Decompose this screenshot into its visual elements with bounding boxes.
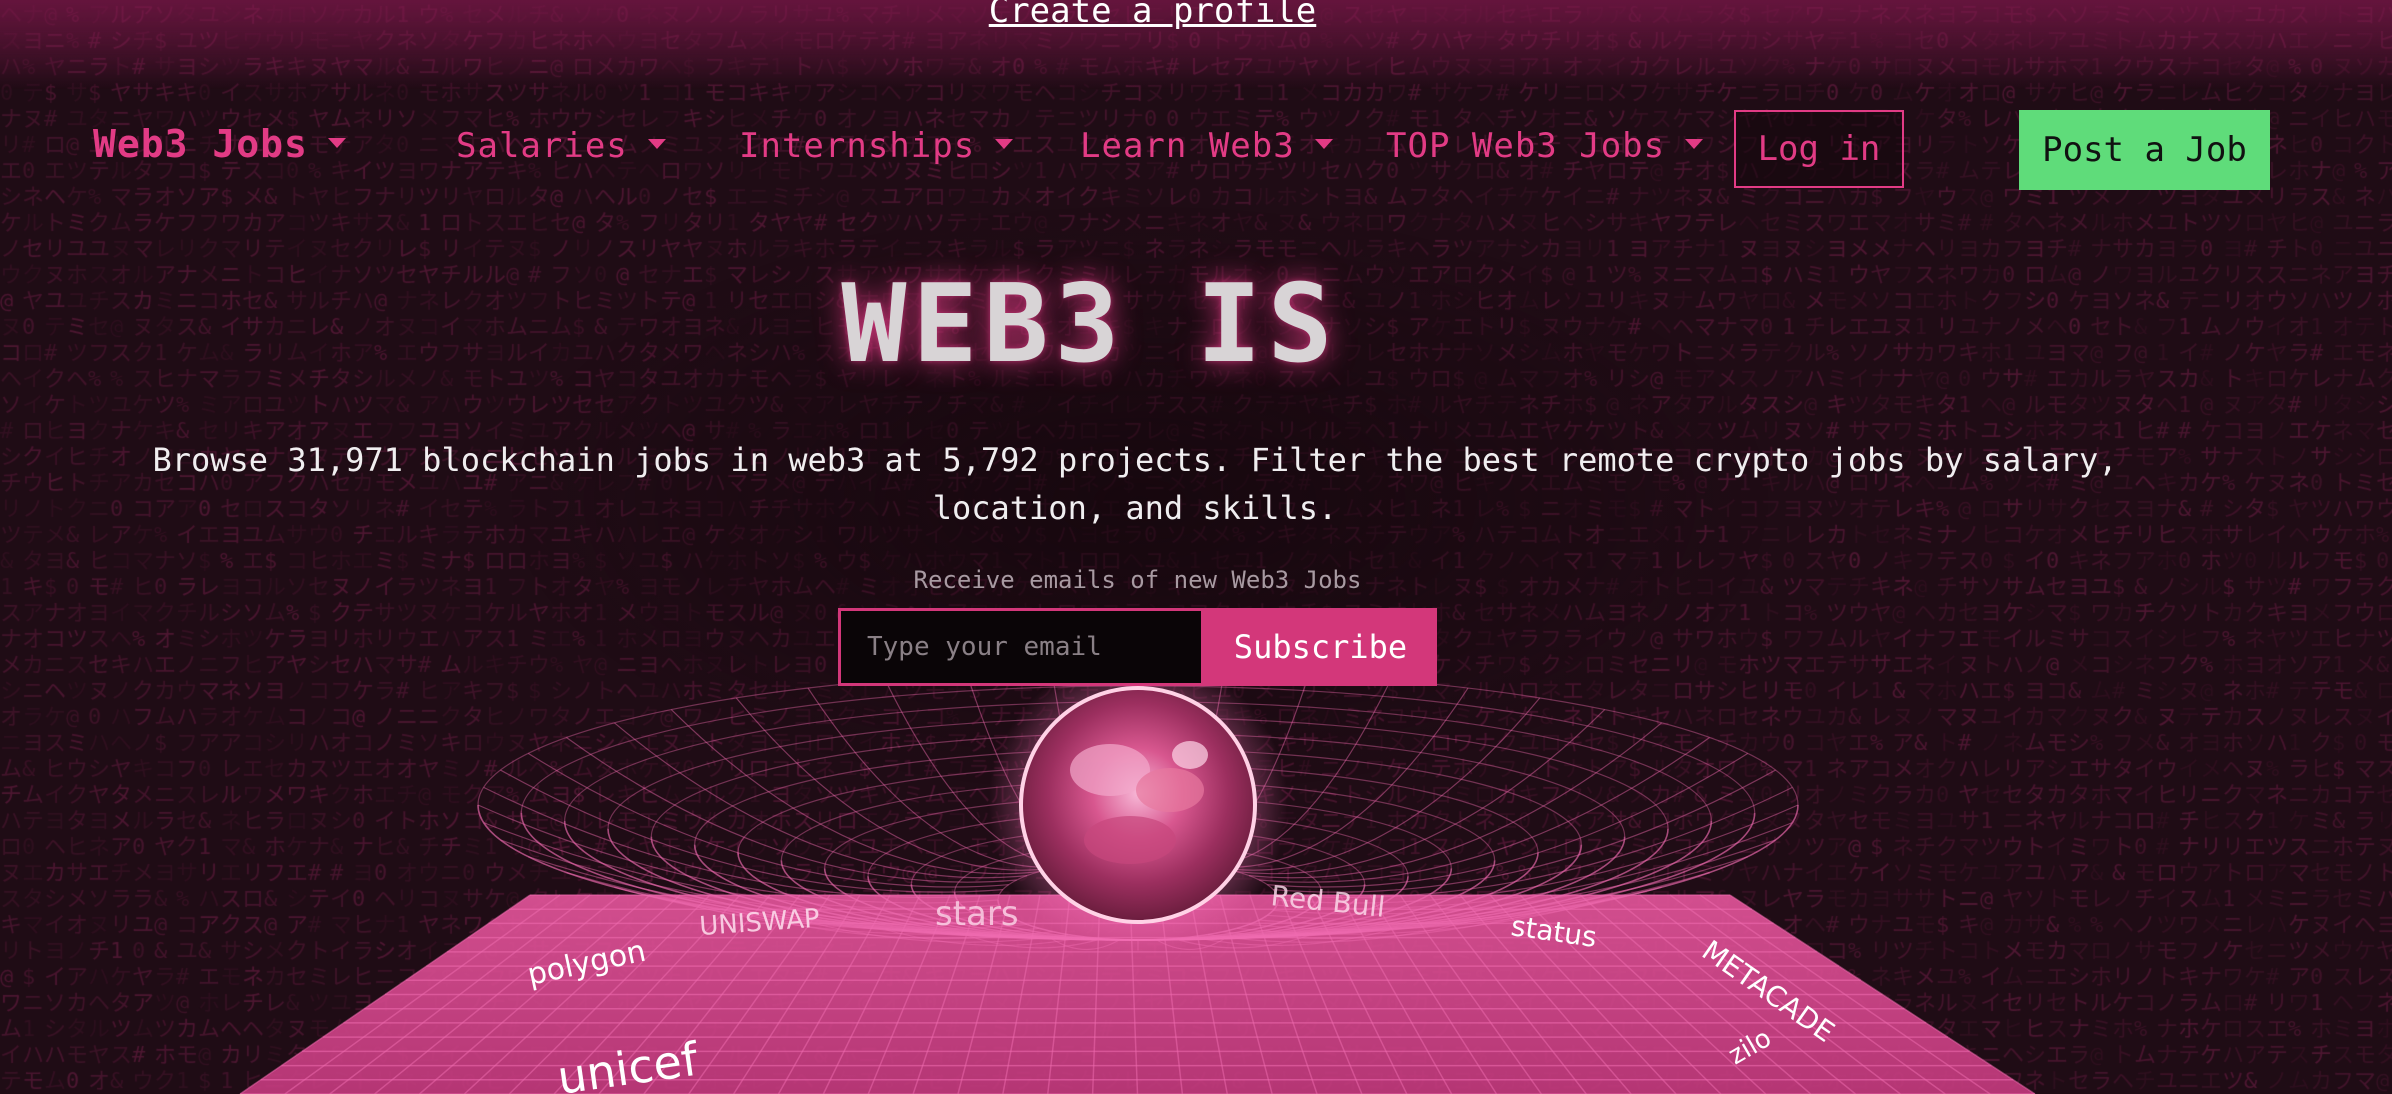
brand-menu[interactable]: Web3 Jobs [93,122,346,166]
nav-item-learn-web3[interactable]: Learn Web3 [1080,126,1333,166]
chevron-down-icon [647,138,666,149]
nav-item-label: Learn Web3 [1080,126,1295,166]
chevron-down-icon [1314,138,1333,149]
nav-item-top-web3-jobs[interactable]: TOP Web3 Jobs [1386,126,1704,166]
subscribe-caption: Receive emails of new Web3 Jobs [913,566,1362,594]
hero-subtitle-line-1: Browse 31,971 blockchain jobs in web3 at… [152,441,2118,479]
login-button[interactable]: Log in [1734,110,1904,188]
hero-title: WEB3 IS [841,262,1339,387]
nav-item-salaries[interactable]: Salaries [456,126,666,166]
logo-stars: stars [935,894,1019,934]
hero-subtitle-line-2: location, and skills. [932,489,1338,527]
chevron-down-icon [1685,138,1704,149]
email-input[interactable] [838,608,1204,686]
nav-item-label: TOP Web3 Jobs [1386,126,1666,166]
create-profile-link[interactable]: Create a profile [0,0,2305,28]
nav-item-label: Salaries [456,126,628,166]
page: polygon UNISWAP stars Red Bull status ME… [0,0,2392,1094]
nav-item-label: Internships [739,126,976,166]
chevron-down-icon [327,137,346,148]
chevron-down-icon [995,138,1014,149]
subscribe-button[interactable]: Subscribe [1204,608,1437,686]
hero-subtitle: Browse 31,971 blockchain jobs in web3 at… [120,436,2150,532]
post-job-button[interactable]: Post a Job [2019,110,2270,190]
brand-label: Web3 Jobs [93,122,308,166]
orb [1019,686,1257,924]
nav-item-internships[interactable]: Internships [739,126,1014,166]
